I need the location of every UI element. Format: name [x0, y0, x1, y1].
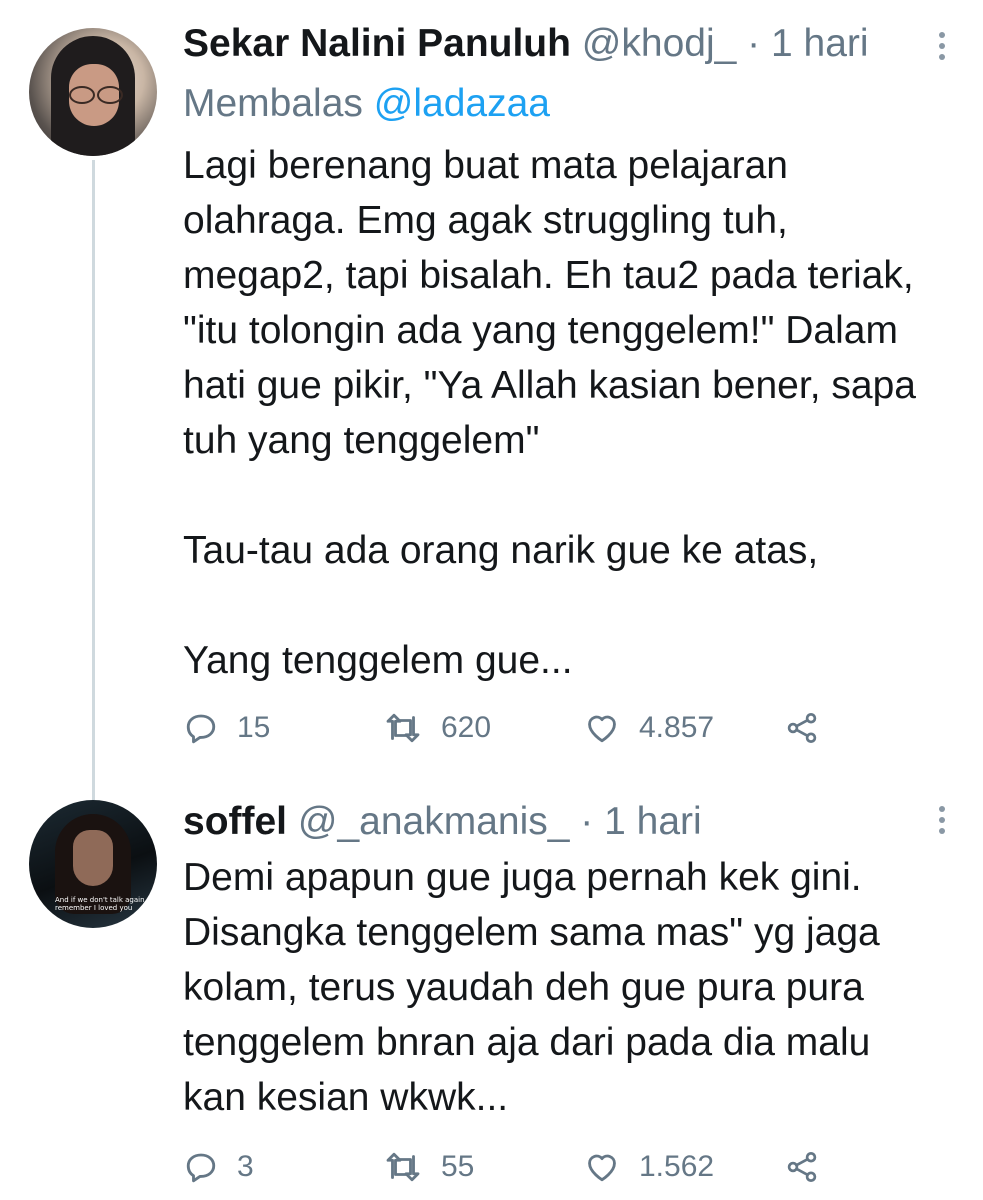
avatar-face — [73, 830, 113, 886]
author-handle[interactable]: @_anakmanis_ — [298, 800, 570, 843]
avatar[interactable]: And if we don't talk again remember I lo… — [29, 800, 157, 928]
like-icon — [588, 1154, 616, 1182]
like-button[interactable]: 1.562 — [583, 1145, 714, 1189]
reply-icon — [186, 1153, 216, 1183]
share-button[interactable] — [783, 1145, 821, 1189]
tweet-actions: 3 55 1.562 — [183, 1145, 843, 1189]
author-name[interactable]: soffel — [183, 800, 287, 843]
reply-button[interactable]: 3 — [183, 1145, 254, 1189]
reply-count: 3 — [237, 1150, 254, 1183]
more-vertical-icon[interactable] — [937, 806, 947, 836]
tweet-header: soffel @_anakmanis_ · 1 hari — [183, 800, 702, 844]
share-icon — [787, 1152, 817, 1182]
retweet-icon — [386, 1152, 420, 1182]
timestamp[interactable]: 1 hari — [604, 800, 702, 843]
retweet-count: 55 — [441, 1150, 475, 1183]
like-count: 1.562 — [639, 1150, 715, 1183]
separator-dot: · — [580, 800, 594, 843]
avatar-caption-text: And if we don't talk again remember I lo… — [55, 896, 145, 912]
retweet-button[interactable]: 55 — [383, 1145, 474, 1189]
tweet-text: Demi apapun gue juga pernah kek gini. Di… — [183, 856, 880, 1119]
tweet[interactable]: And if we don't talk again remember I lo… — [0, 0, 983, 1200]
